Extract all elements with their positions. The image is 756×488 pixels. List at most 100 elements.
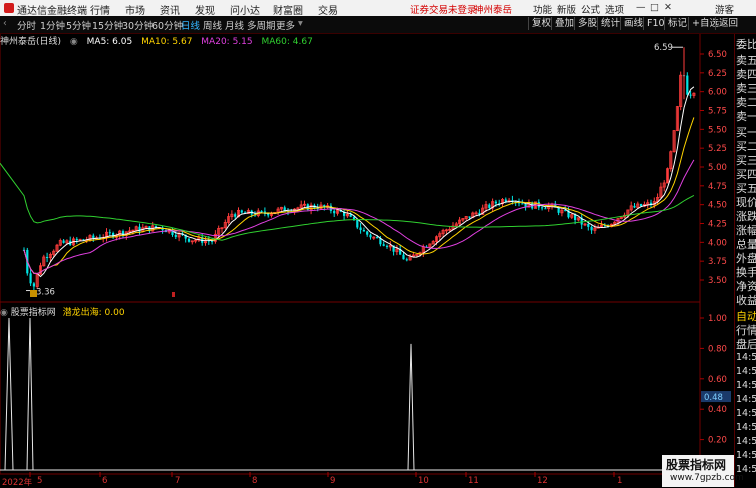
high-price-label: 6.59 xyxy=(654,43,673,53)
win-max-icon[interactable]: □ xyxy=(650,2,659,13)
menu-wenxiaoda[interactable]: 问小达 xyxy=(230,2,260,17)
user-label[interactable]: 游客 xyxy=(715,2,734,16)
period-multi[interactable]: 多周期 xyxy=(247,18,276,32)
candle-body-down xyxy=(234,214,237,217)
date-7: 7 xyxy=(175,476,181,486)
ma5-line xyxy=(23,86,695,278)
price-axis-label: 5.25 xyxy=(708,144,727,154)
tick-time: 14:56 xyxy=(736,450,756,461)
tick-time: 14:56 xyxy=(736,408,756,419)
candle-body-down xyxy=(587,223,590,227)
candle-body-down xyxy=(366,231,369,235)
candle-body-down xyxy=(689,94,692,96)
candle-body-down xyxy=(564,210,567,212)
weibi-label: 委比 xyxy=(736,38,756,51)
menu-zixun[interactable]: 资讯 xyxy=(160,2,180,17)
menu-gongshi[interactable]: 公式 xyxy=(581,2,600,16)
period-15min[interactable]: 15分钟 xyxy=(92,18,123,32)
candle-body-down xyxy=(29,273,32,284)
menu-caifuquan[interactable]: 财富圈 xyxy=(273,2,303,17)
period-1min[interactable]: 1分钟 xyxy=(40,18,65,32)
app-title: 通达信金融终端 xyxy=(17,6,87,17)
indicator-axis-label: 0.40 xyxy=(708,405,727,415)
candle-body-down xyxy=(46,256,49,258)
more-dropdown-icon[interactable]: ▾ xyxy=(298,18,303,29)
biaoji-button[interactable]: 标记 xyxy=(664,17,690,30)
candle-body-down xyxy=(488,204,491,208)
earnings-label: 收益 xyxy=(736,294,756,307)
indicator-spike xyxy=(26,317,34,471)
tick-time: 14:56 xyxy=(736,422,756,433)
menu-faxian[interactable]: 发现 xyxy=(195,2,215,17)
win-min-icon[interactable]: — xyxy=(636,2,646,13)
menu-xinban[interactable]: 新版 xyxy=(557,2,576,16)
after-label[interactable]: 盘后 xyxy=(736,336,756,352)
watermark: 股票指标网 www.7gpzb.com xyxy=(662,455,744,487)
period-30min[interactable]: 30分钟 xyxy=(122,18,153,32)
candle-body-down xyxy=(544,208,547,210)
date-8: 8 xyxy=(252,476,258,486)
candle-body-down xyxy=(211,240,214,242)
menu-arrow-icon[interactable]: ‹ xyxy=(3,18,7,29)
period-daily[interactable]: 日线 xyxy=(181,18,200,32)
quote-panel: 委比 卖五 卖四 卖三 卖二 卖一 买一 买二 买三 买四 买五 现价 涨跌 涨… xyxy=(734,34,756,487)
price-axis-label: 4.00 xyxy=(708,238,727,248)
watermark-url: www.7gpzb.com xyxy=(670,473,744,483)
trade-login-alert[interactable]: 证券交易未登录 xyxy=(410,2,477,16)
candle-body-down xyxy=(385,245,389,247)
price-axis-label: 3.50 xyxy=(708,276,727,286)
indicator-axis-label: 0.60 xyxy=(708,375,727,385)
date-11: 11 xyxy=(468,476,479,486)
candle-body-down xyxy=(187,238,191,242)
indicator-toggle-icon[interactable]: ◉ xyxy=(0,308,8,318)
candle-body-down xyxy=(402,254,405,260)
tick-time: 14:56 xyxy=(736,394,756,405)
candle-body-down xyxy=(382,244,385,246)
tick-time: 14:56 xyxy=(736,352,756,363)
period-60min[interactable]: 60分钟 xyxy=(152,18,183,32)
candle-body-down xyxy=(356,219,359,228)
price-axis-label: 4.75 xyxy=(708,182,727,192)
menu-gongneng[interactable]: 功能 xyxy=(533,2,552,16)
period-5min[interactable]: 5分钟 xyxy=(66,18,91,32)
app-logo-icon xyxy=(4,3,14,13)
period-weekly[interactable]: 周线 xyxy=(203,18,222,32)
period-more[interactable]: 更多 xyxy=(276,18,295,32)
candle-body-down xyxy=(75,238,78,241)
back-button[interactable]: 返回 xyxy=(715,17,741,30)
stock-name-title: 神州泰岳 xyxy=(474,5,513,16)
ma20-line xyxy=(23,159,695,274)
menu-jiaoyi[interactable]: 交易 xyxy=(318,2,338,17)
title-bar: 通达信金融终端 行情 市场 资讯 发现 问小达 财富圈 交易 证券交易未登录 神… xyxy=(0,0,756,17)
price-axis-label: 4.25 xyxy=(708,220,727,230)
candle-body-down xyxy=(686,75,689,95)
indicator-spike xyxy=(4,317,14,471)
candle-body-down xyxy=(32,283,35,287)
date-2022: 2022年 xyxy=(2,478,33,488)
indicator-axis-label: 1.00 xyxy=(708,314,727,324)
candle-body-down xyxy=(362,230,365,232)
date-5: 5 xyxy=(37,476,43,486)
indicator-source: 股票指标网 xyxy=(10,308,56,318)
date-9: 9 xyxy=(330,476,336,486)
candle-body-down xyxy=(333,210,336,214)
ma60-line xyxy=(0,162,695,241)
tick-time: 14:56 xyxy=(736,366,756,377)
candle-body-down xyxy=(574,214,577,220)
period-monthly[interactable]: 月线 xyxy=(225,18,244,32)
win-close-icon[interactable]: ✕ xyxy=(664,2,672,13)
kline-chart[interactable]: 6.50 6.25 6.00 5.75 5.50 5.25 5.00 4.75 4.50 4.25… xyxy=(0,34,734,487)
candle-body-down xyxy=(240,210,243,213)
tick-time: 14:56 xyxy=(736,436,756,447)
menu-shichang[interactable]: 市场 xyxy=(125,2,145,17)
candle-body-down xyxy=(369,234,372,238)
menu-hangqing[interactable]: 行情 xyxy=(90,2,110,17)
menu-xuanxiang[interactable]: 选项 xyxy=(605,2,624,16)
indicator-name: 潜龙出海: 0.00 xyxy=(62,308,125,318)
indicator-value-text: 0.48 xyxy=(704,393,723,403)
period-fenshi[interactable]: 分时 xyxy=(17,18,36,32)
period-toolbar: ‹ 分时 1分钟 5分钟 15分钟 30分钟 60分钟 日线 周线 月线 多周期… xyxy=(0,16,756,34)
price-axis-label: 3.75 xyxy=(708,257,727,267)
candle-body-down xyxy=(405,259,408,261)
indicator-spike xyxy=(407,343,415,471)
